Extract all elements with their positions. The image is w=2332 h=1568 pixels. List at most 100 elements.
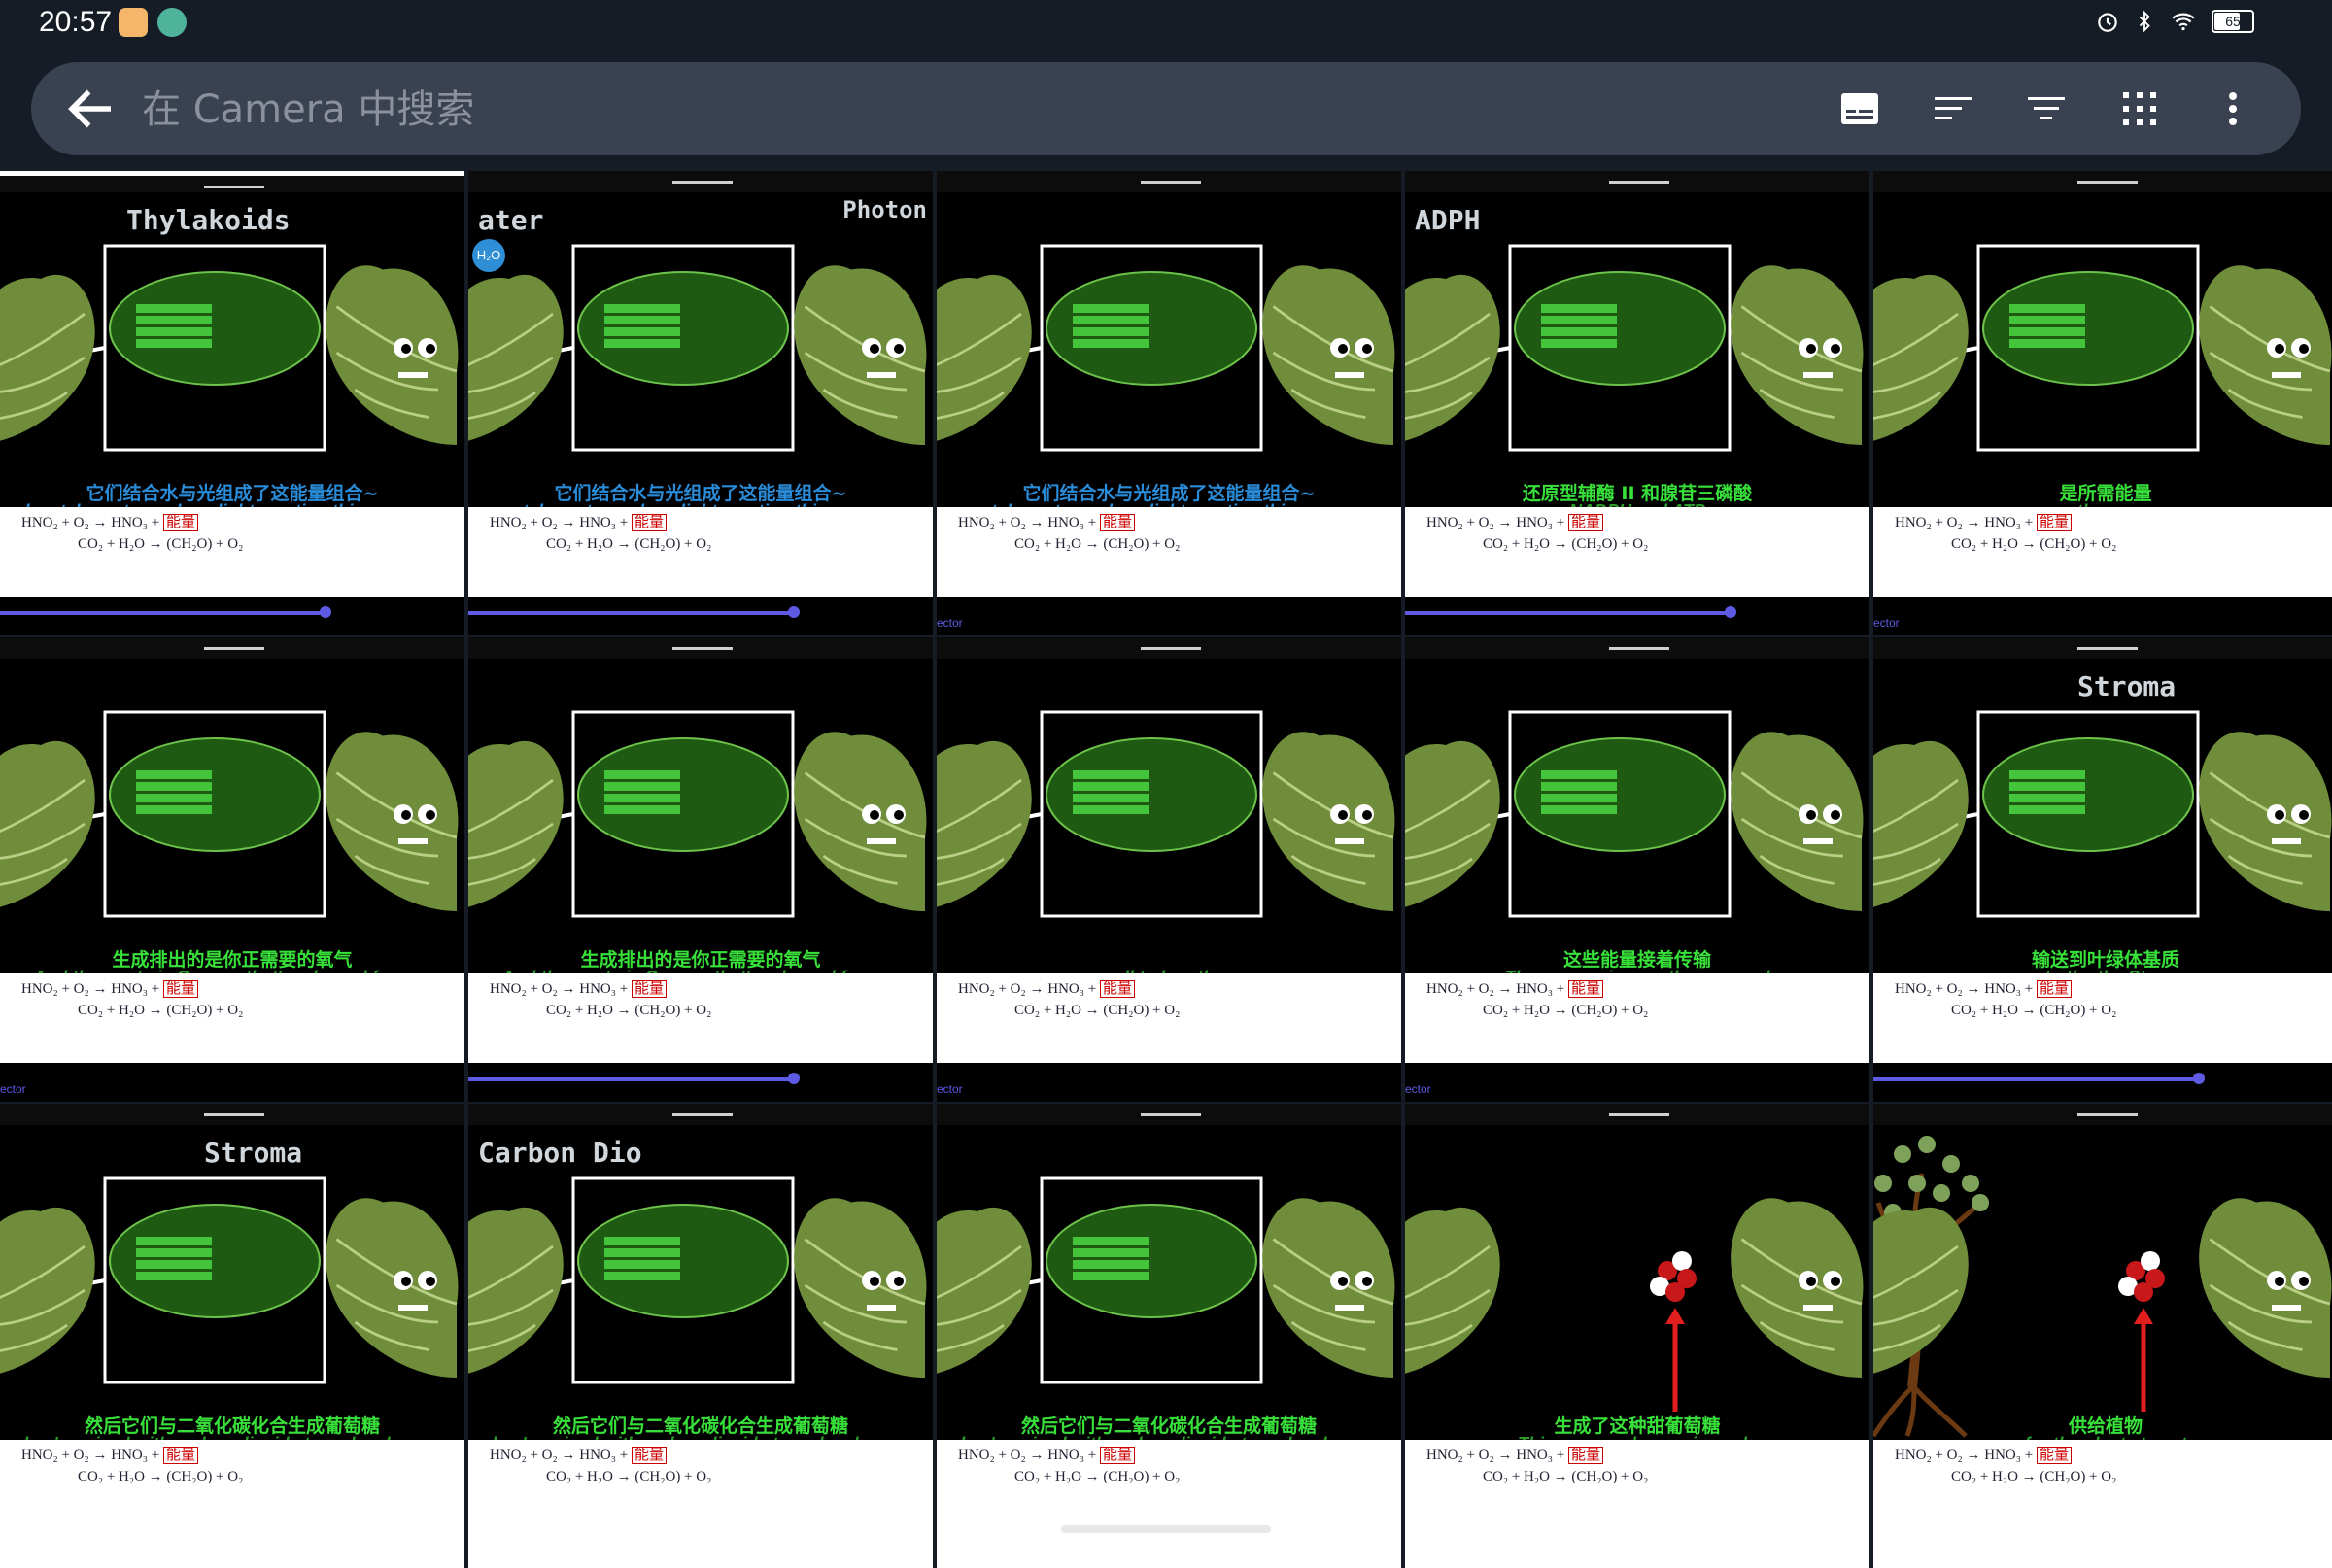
formula-line-2: CO₂ + H₂O → (CH₂O) + O₂ [78, 1469, 244, 1484]
thumbnail-header [1405, 637, 1869, 659]
video-progress-bar[interactable] [1405, 597, 1869, 635]
video-frame: Stroma输送到叶绿体基质onto the the Stroma [1873, 659, 2332, 987]
formula-line-2: CO₂ + H₂O → (CH₂O) + O₂ [1483, 1469, 1649, 1484]
bluetooth-icon [2139, 10, 2150, 33]
video-progress-bar[interactable]: ector [0, 1063, 464, 1102]
formula-panel: HNO₂ + O₂ → HNO₃ + 能量 CO₂ + H₂O → (CH₂O)… [937, 1440, 1401, 1568]
formula-line-1: HNO₂ + O₂ → HNO₃ + 能量 [1426, 977, 1603, 998]
chloroplast-diagram [52, 1176, 326, 1384]
progress-track [1405, 611, 1731, 615]
video-frame: 生成排出的是你正需要的氧气And the waste is Oxygen tha… [468, 659, 933, 987]
chloroplast-diagram [1458, 710, 1732, 918]
frame-illustration [1873, 1136, 2332, 1438]
back-arrow-icon[interactable] [62, 80, 120, 138]
frame-title-label: Stroma [2077, 670, 2177, 702]
drag-handle [1141, 181, 1201, 184]
formula-line-1: HNO₂ + O₂ → HNO₃ + 能量 [1895, 977, 2072, 998]
video-progress-bar[interactable] [468, 1063, 933, 1102]
progress-track [1873, 1077, 2199, 1081]
frame-illustration [0, 710, 459, 918]
formula-line-1: HNO₂ + O₂ → HNO₃ + 能量 [958, 977, 1135, 998]
progress-knob[interactable] [1725, 606, 1736, 618]
video-progress-bar[interactable]: ector [1405, 1063, 1869, 1102]
video-thumbnail[interactable]: ADPH还原型辅酶 II 和腺苷三磷酸NADPH and ATPHNO₂ + O… [1405, 171, 1869, 635]
watermark-text: ector [1405, 1082, 1431, 1096]
thumbnail-header [1405, 1104, 1869, 1125]
video-thumbnail[interactable]: all to breatheHNO₂ + O₂ → HNO₃ + 能量 CO₂ … [937, 637, 1401, 1102]
formula-line-1: HNO₂ + O₂ → HNO₃ + 能量 [21, 977, 198, 998]
thumbnail-header [937, 171, 1401, 192]
progress-track [468, 1077, 794, 1081]
system-icons: 65 [2095, 8, 2254, 35]
progress-knob[interactable] [2193, 1073, 2205, 1084]
frame-illustration [468, 1176, 927, 1384]
chloroplast-diagram [521, 244, 795, 452]
frame-illustration [1405, 710, 1864, 918]
drag-handle [204, 186, 264, 188]
drag-handle [204, 1113, 264, 1116]
video-progress-bar[interactable] [0, 597, 464, 635]
video-thumbnail[interactable]: Thylakoids它们结合水与光组成了这能量组合~hey take water… [0, 171, 464, 635]
frame-title-label: Carbon Dio [478, 1137, 642, 1169]
app-notification-icon [157, 8, 187, 37]
notification-icons [119, 8, 187, 37]
video-frame: 生成了这种甜葡萄糖This sugary glucose is made [1405, 1125, 1869, 1453]
formula-line-2: CO₂ + H₂O → (CH₂O) + O₂ [1483, 536, 1649, 552]
grid-view-button[interactable] [2110, 80, 2169, 138]
frame-illustration [937, 244, 1395, 452]
video-thumbnail[interactable]: 生成了这种甜葡萄糖This sugary glucose is madeHNO₂… [1405, 1104, 1869, 1568]
video-thumbnail[interactable]: 生成排出的是你正需要的氧气And the waste is Oxygen tha… [468, 637, 933, 1102]
progress-knob[interactable] [788, 1073, 800, 1084]
video-progress-bar[interactable]: ector [937, 597, 1401, 635]
sort-button[interactable] [1924, 80, 1982, 138]
video-thumbnail[interactable]: 生成排出的是你正需要的氧气And the waste is Oxygen tha… [0, 637, 464, 1102]
home-indicator[interactable] [1061, 1525, 1271, 1533]
formula-line-2: CO₂ + H₂O → (CH₂O) + O₂ [1951, 536, 2117, 552]
filter-button[interactable] [2017, 80, 2075, 138]
formula-line-1: HNO₂ + O₂ → HNO₃ + 能量 [1895, 511, 2072, 531]
more-options-button[interactable] [2204, 80, 2262, 138]
watermark-text: ector [1873, 616, 1900, 630]
frame-illustration [1405, 244, 1864, 452]
video-thumbnail[interactable]: 然后它们与二氧化碳化合生成葡萄糖hey're mixed with carbon… [937, 1104, 1401, 1568]
watermark-text: ector [937, 1082, 963, 1096]
progress-knob[interactable] [320, 606, 331, 618]
progress-track [0, 611, 326, 615]
video-frame: ADPH还原型辅酶 II 和腺苷三磷酸NADPH and ATP [1405, 192, 1869, 521]
formula-panel: HNO₂ + O₂ → HNO₃ + 能量 CO₂ + H₂O → (CH₂O)… [0, 1440, 464, 1568]
video-progress-bar[interactable] [1873, 1063, 2332, 1102]
formula-line-1: HNO₂ + O₂ → HNO₃ + 能量 [1426, 1444, 1603, 1464]
progress-knob[interactable] [788, 606, 800, 618]
formula-line-1: HNO₂ + O₂ → HNO₃ + 能量 [958, 511, 1135, 531]
thumbnail-header [0, 1104, 464, 1125]
watermark-text: ector [937, 616, 963, 630]
video-thumbnail[interactable]: 是所需能量are the energyHNO₂ + O₂ → HNO₃ + 能量… [1873, 171, 2332, 635]
thumbnail-header [937, 637, 1401, 659]
formula-line-2: CO₂ + H₂O → (CH₂O) + O₂ [1014, 536, 1181, 552]
drag-handle [1609, 1113, 1669, 1116]
progress-track [468, 611, 794, 615]
video-frame: 这些能量接着传输These energies are then passed [1405, 659, 1869, 987]
subtitles-button[interactable] [1831, 80, 1889, 138]
formula-line-2: CO₂ + H₂O → (CH₂O) + O₂ [78, 536, 244, 552]
toolbar-actions [1831, 80, 2262, 138]
formula-line-1: HNO₂ + O₂ → HNO₃ + 能量 [490, 1444, 667, 1464]
video-thumbnail[interactable]: 它们结合水与光组成了这能量组合~ey take water and sunlig… [937, 171, 1401, 635]
search-input[interactable] [140, 80, 1310, 140]
video-thumbnail[interactable]: 供给植物for the plants to eatHNO₂ + O₂ → HNO… [1873, 1104, 2332, 1568]
chloroplast-diagram [521, 710, 795, 918]
video-progress-bar[interactable]: ector [1873, 597, 2332, 635]
chloroplast-diagram [1926, 244, 2200, 452]
video-progress-bar[interactable] [468, 597, 933, 635]
frame-overlay-label: H₂O [472, 239, 505, 272]
formula-line-2: CO₂ + H₂O → (CH₂O) + O₂ [1951, 1469, 2117, 1484]
glucose-molecule [1650, 1251, 1697, 1412]
video-progress-bar[interactable]: ector [937, 1063, 1401, 1102]
video-thumbnail[interactable]: aterH₂OPhoton它们结合水与光组成了这能量组合~ey take wat… [468, 171, 933, 635]
video-thumbnail[interactable]: 这些能量接着传输These energies are then passedHN… [1405, 637, 1869, 1102]
video-thumbnail[interactable]: Stroma然后它们与二氧化碳化合生成葡萄糖hey're mixed with … [0, 1104, 464, 1568]
video-thumbnail[interactable]: Stroma输送到叶绿体基质onto the the StromaHNO₂ + … [1873, 637, 2332, 1102]
video-thumbnail[interactable]: Carbon Dio然后它们与二氧化碳化合生成葡萄糖hey're mixed w… [468, 1104, 933, 1568]
formula-line-2: CO₂ + H₂O → (CH₂O) + O₂ [1951, 1003, 2117, 1018]
frame-title-label: ater [478, 204, 544, 236]
